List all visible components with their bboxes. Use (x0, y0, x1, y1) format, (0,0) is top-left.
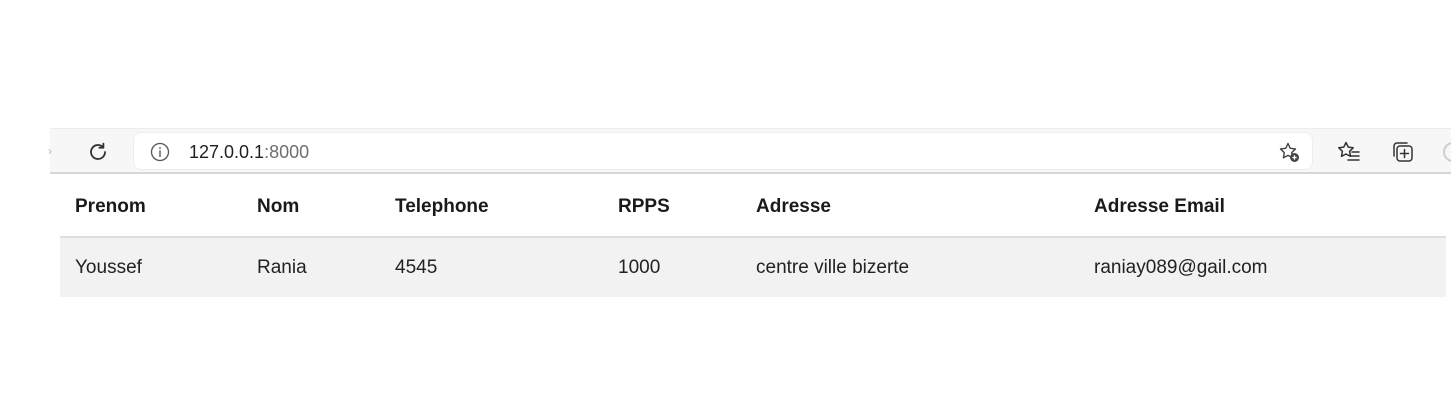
table-header-row: Prenom Nom Telephone RPPS Adresse Adress… (60, 178, 1446, 238)
info-icon[interactable] (150, 142, 170, 162)
address-bar[interactable]: 127.0.0.1:8000 (133, 132, 1313, 170)
header-prenom: Prenom (60, 178, 242, 238)
url-text[interactable]: 127.0.0.1:8000 (189, 141, 309, 163)
reload-icon (90, 142, 106, 160)
header-nom: Nom (242, 178, 380, 238)
cell-prenom: Youssef (60, 237, 242, 297)
profile-icon[interactable] (1443, 142, 1451, 162)
collections-icon[interactable] (1390, 139, 1416, 165)
header-adresse: Adresse (741, 178, 1079, 238)
header-rpps: RPPS (603, 178, 741, 238)
back-chevron-icon[interactable]: › (48, 143, 58, 159)
cell-rpps: 1000 (603, 237, 741, 297)
patients-table: Prenom Nom Telephone RPPS Adresse Adress… (60, 178, 1446, 297)
favorites-icon[interactable] (1336, 139, 1362, 165)
cell-adresse: centre ville bizerte (741, 237, 1079, 297)
cell-telephone: 4545 (380, 237, 603, 297)
url-host: 127.0.0.1 (189, 142, 265, 162)
url-port: :8000 (264, 142, 310, 162)
table-row: Youssef Rania 4545 1000 centre ville biz… (60, 237, 1446, 297)
browser-toolbar: › 127.0.0.1:8000 (48, 128, 1451, 174)
header-adresse-email: Adresse Email (1079, 178, 1446, 238)
cell-adresse-email: raniay089@gail.com (1079, 237, 1446, 297)
cell-nom: Rania (242, 237, 380, 297)
header-telephone: Telephone (380, 178, 603, 238)
reload-button[interactable] (84, 138, 112, 166)
star-plus-icon[interactable] (1277, 140, 1301, 164)
